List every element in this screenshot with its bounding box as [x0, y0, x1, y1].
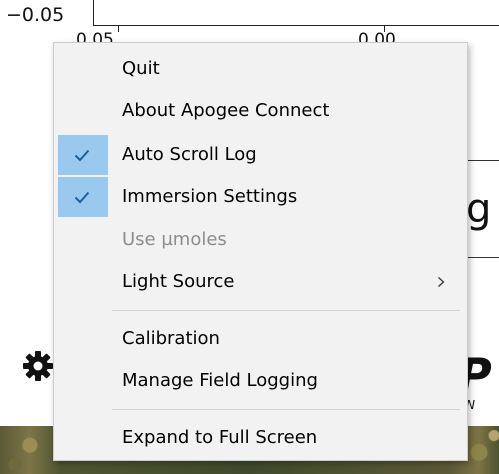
menu-separator: [112, 310, 460, 311]
menu-item-auto-scroll-log[interactable]: Auto Scroll Log: [58, 135, 463, 175]
menu-item-label: Manage Field Logging: [122, 370, 318, 391]
menu-item-quit[interactable]: Quit: [58, 49, 463, 89]
menu-item-label: Quit: [122, 58, 160, 79]
context-menu: Quit About Apogee Connect Auto Scroll Lo…: [53, 42, 468, 461]
menu-separator: [112, 409, 460, 410]
y-axis-tick-label: −0.05: [6, 4, 65, 26]
menu-item-label: Auto Scroll Log: [122, 144, 257, 165]
menu-item-label: About Apogee Connect: [122, 100, 330, 121]
menu-item-label: Immersion Settings: [122, 186, 298, 207]
background-panel-text: g: [466, 186, 492, 232]
menu-item-expand-full-screen[interactable]: Expand to Full Screen: [58, 418, 463, 458]
menu-item-label: Light Source: [122, 271, 235, 292]
check-area: [58, 91, 108, 131]
menu-item-label: Use µmoles: [122, 229, 227, 250]
check-area: [58, 49, 108, 89]
menu-item-label: Expand to Full Screen: [122, 427, 318, 448]
menu-item-about[interactable]: About Apogee Connect: [58, 91, 463, 131]
gear-icon[interactable]: [22, 350, 54, 382]
chevron-right-icon: [438, 277, 445, 287]
check-icon: [74, 149, 90, 162]
menu-item-immersion-settings[interactable]: Immersion Settings: [58, 177, 463, 217]
menu-item-light-source[interactable]: Light Source: [58, 262, 463, 302]
plot-x-axis: [93, 25, 499, 26]
check-area: [58, 319, 108, 359]
menu-item-manage-field-logging[interactable]: Manage Field Logging: [58, 361, 463, 401]
menu-item-calibration[interactable]: Calibration: [58, 319, 463, 359]
plot-y-axis: [93, 0, 94, 26]
x-axis-tick: [118, 26, 119, 32]
check-icon: [74, 191, 90, 204]
check-area: [58, 177, 108, 217]
menu-item-use-umoles: Use µmoles: [58, 220, 463, 260]
check-area: [58, 135, 108, 175]
check-area: [58, 220, 108, 260]
check-area: [58, 418, 108, 458]
check-area: [58, 262, 108, 302]
check-area: [58, 361, 108, 401]
menu-item-label: Calibration: [122, 328, 220, 349]
